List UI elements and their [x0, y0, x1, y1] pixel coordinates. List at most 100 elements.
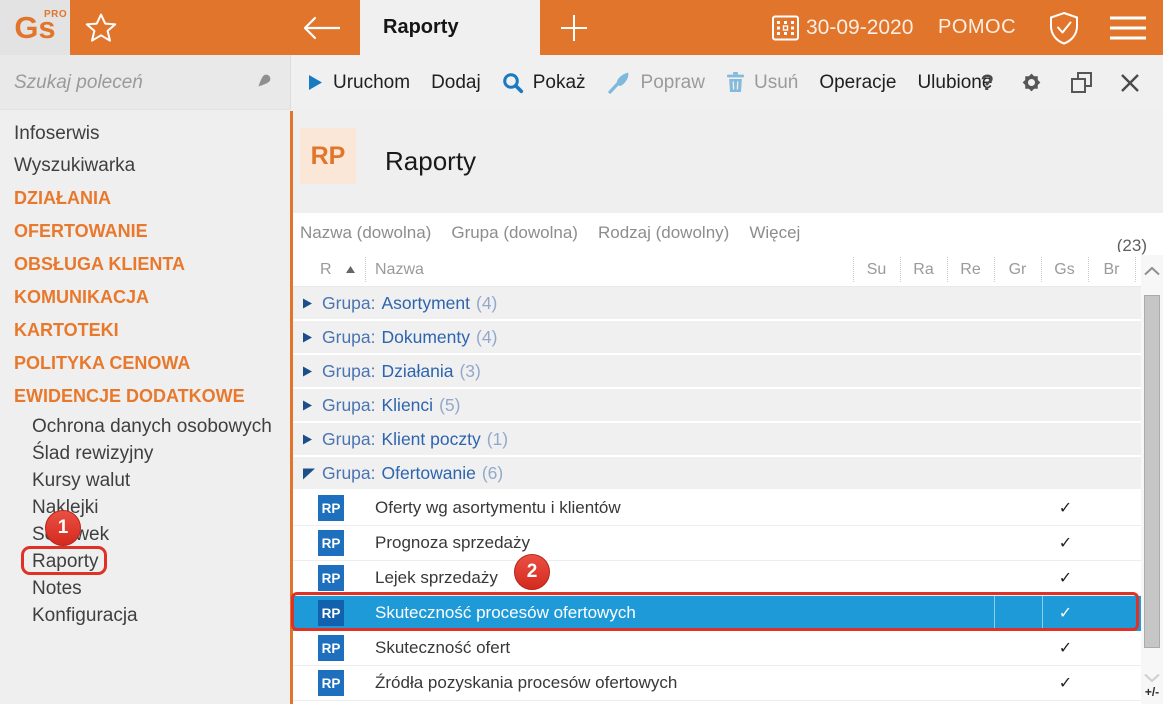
report-row[interactable]: RP Skuteczność ofert ✓: [290, 631, 1141, 666]
filter-grupa[interactable]: Grupa (dowolna): [451, 223, 578, 243]
collapsed-triangle-icon[interactable]: [302, 297, 316, 310]
column-header-gs[interactable]: Gs: [1041, 252, 1088, 287]
collapsed-triangle-icon[interactable]: [302, 399, 316, 412]
group-row-klienci[interactable]: Grupa:Klienci(5): [290, 389, 1141, 421]
column-header-su[interactable]: Su: [853, 252, 900, 287]
command-search-input[interactable]: Szukaj poleceń: [0, 55, 290, 110]
toolbar-operacje-button[interactable]: Operacje: [819, 72, 896, 94]
column-header-ra[interactable]: Ra: [900, 252, 947, 287]
cascade-windows-icon[interactable]: [1069, 70, 1094, 95]
current-date[interactable]: 30-09-2020: [806, 0, 913, 55]
sidebar-item-konfiguracja[interactable]: Konfiguracja: [0, 602, 290, 629]
sidebar-item-kursy-walut[interactable]: Kursy walut: [0, 467, 290, 494]
collapsed-triangle-icon[interactable]: [302, 331, 316, 344]
sort-ascending-icon[interactable]: [345, 252, 356, 287]
sidebar-item-obsluga-klienta[interactable]: OBSŁUGA KLIENTA: [0, 248, 290, 281]
group-prefix: Grupa:: [322, 463, 376, 484]
sidebar: Szukaj poleceń InfoserwisWyszukiwarkaDZI…: [0, 55, 290, 704]
group-name: Klient poczty: [382, 429, 481, 450]
sidebar-item-komunikacja[interactable]: KOMUNIKACJA: [0, 281, 290, 314]
sidebar-item-ewidencje-dodatkowe[interactable]: EWIDENCJE DODATKOWE: [0, 380, 290, 413]
filter-nazwa[interactable]: Nazwa (dowolna): [300, 223, 431, 243]
main-toolbar: UruchomDodajPokażPoprawUsuńOperacjeUlubi…: [290, 55, 1163, 110]
table-header: R Nazwa SuRaReGrGsBr: [290, 252, 1141, 287]
calendar-icon[interactable]: [772, 15, 799, 41]
toolbar-uruchom-button[interactable]: Uruchom: [307, 72, 410, 94]
report-list: Grupa:Asortyment(4)Grupa:Dokumenty(4)Gru…: [290, 287, 1141, 701]
sidebar-item-notes[interactable]: Notes: [0, 575, 290, 602]
help-question-button[interactable]: ?: [981, 70, 994, 96]
group-row-klient-poczty[interactable]: Grupa:Klient poczty(1): [290, 423, 1141, 455]
group-name: Klienci: [382, 395, 434, 416]
new-tab-plus-icon[interactable]: [558, 12, 590, 44]
app-logo[interactable]: Gs PRO: [0, 0, 70, 55]
toolbar-usun-button[interactable]: Usuń: [726, 72, 798, 94]
sidebar-item-polityka-cenowa[interactable]: POLITYKA CENOWA: [0, 347, 290, 380]
favorites-star-icon[interactable]: [84, 11, 118, 45]
report-name: Źródła pozyskania procesów ofertowych: [375, 673, 677, 693]
uruchom-icon: [307, 73, 324, 92]
shield-check-icon[interactable]: [1046, 10, 1082, 46]
gs-checkmark: ✓: [1042, 498, 1089, 518]
sidebar-item-ofertowanie[interactable]: OFERTOWANIE: [0, 215, 290, 248]
group-row-asortyment[interactable]: Grupa:Asortyment(4): [290, 287, 1141, 319]
column-header-br[interactable]: Br: [1088, 252, 1135, 287]
top-bar: Gs PRO Raporty 30-09-2020: [0, 0, 1163, 55]
report-name: Skuteczność ofert: [375, 638, 510, 658]
sidebar-item-naklejki[interactable]: Naklejki: [0, 494, 290, 521]
group-name: Ofertowanie: [382, 463, 476, 484]
column-header-nazwa[interactable]: Nazwa: [375, 252, 424, 287]
search-placeholder: Szukaj poleceń: [14, 55, 143, 110]
group-prefix: Grupa:: [322, 327, 376, 348]
sidebar-item-wyszukiwarka[interactable]: Wyszukiwarka: [0, 150, 290, 182]
toolbar-uruchom-label: Uruchom: [333, 72, 410, 94]
help-menu[interactable]: POMOC: [938, 0, 1016, 55]
toolbar-dodaj-button[interactable]: Dodaj: [431, 72, 481, 94]
settings-gear-icon[interactable]: [1019, 70, 1044, 95]
sidebar-item-kartoteki[interactable]: KARTOTEKI: [0, 314, 290, 347]
group-name: Działania: [382, 361, 454, 382]
annotation-box-raporty: [21, 546, 107, 575]
report-row[interactable]: RPLejek sprzedaży✓: [290, 561, 1141, 596]
sidebar-item-slad-rewizyjny[interactable]: Ślad rewizyjny: [0, 440, 290, 467]
collapsed-triangle-icon[interactable]: [302, 433, 316, 446]
zoom-plus-minus[interactable]: +/-: [1141, 685, 1163, 699]
pin-icon[interactable]: [252, 71, 274, 98]
group-count: (5): [439, 395, 460, 416]
filter-rodzaj[interactable]: Rodzaj (dowolny): [598, 223, 729, 243]
report-name: Lejek sprzedaży: [375, 568, 498, 588]
toolbar-pokaz-button[interactable]: Pokaż: [502, 72, 586, 94]
scroll-up-icon[interactable]: [1143, 263, 1161, 281]
group-row-dzia-ania[interactable]: Grupa:Działania(3): [290, 355, 1141, 387]
column-header-r[interactable]: R: [320, 252, 332, 287]
filter-wiecej[interactable]: Więcej: [749, 223, 800, 243]
sidebar-item-infoserwis[interactable]: Infoserwis: [0, 118, 290, 150]
sidebar-item-schowek[interactable]: Schowek: [0, 521, 290, 548]
close-icon[interactable]: [1119, 72, 1141, 94]
report-type-badge: RP: [318, 670, 344, 696]
toolbar-dodaj-label: Dodaj: [431, 72, 481, 94]
report-row[interactable]: RP Źródła pozyskania procesów ofertowych ✓: [290, 666, 1141, 701]
gs-checkmark: ✓: [1042, 638, 1089, 658]
toolbar-usun-label: Usuń: [754, 72, 798, 94]
group-row-ofertowanie[interactable]: Grupa: Ofertowanie (6): [290, 457, 1141, 489]
sidebar-item-ochrona-danych[interactable]: Ochrona danych osobowych: [0, 413, 290, 440]
column-header-gr[interactable]: Gr: [994, 252, 1041, 287]
report-row[interactable]: RPPrognoza sprzedaży✓: [290, 526, 1141, 561]
gs-checkmark: ✓: [1042, 673, 1089, 693]
collapsed-triangle-icon[interactable]: [302, 365, 316, 378]
hamburger-menu-icon[interactable]: [1106, 14, 1150, 42]
sidebar-item-dzialania[interactable]: DZIAŁANIA: [0, 182, 290, 215]
group-count: (6): [482, 463, 503, 484]
report-row[interactable]: RPOferty wg asortymentu i klientów✓: [290, 491, 1141, 526]
report-type-badge: RP: [318, 635, 344, 661]
expanded-triangle-icon[interactable]: [302, 466, 316, 480]
scrollbar-thumb[interactable]: [1144, 295, 1160, 648]
toolbar-popraw-button[interactable]: Popraw: [607, 71, 705, 94]
tab-raporty[interactable]: Raporty: [360, 0, 540, 55]
group-row-dokumenty[interactable]: Grupa:Dokumenty(4): [290, 321, 1141, 353]
column-header-re[interactable]: Re: [947, 252, 994, 287]
group-count: (1): [487, 429, 508, 450]
module-badge: RP: [300, 128, 356, 184]
back-arrow-icon[interactable]: [298, 15, 344, 41]
